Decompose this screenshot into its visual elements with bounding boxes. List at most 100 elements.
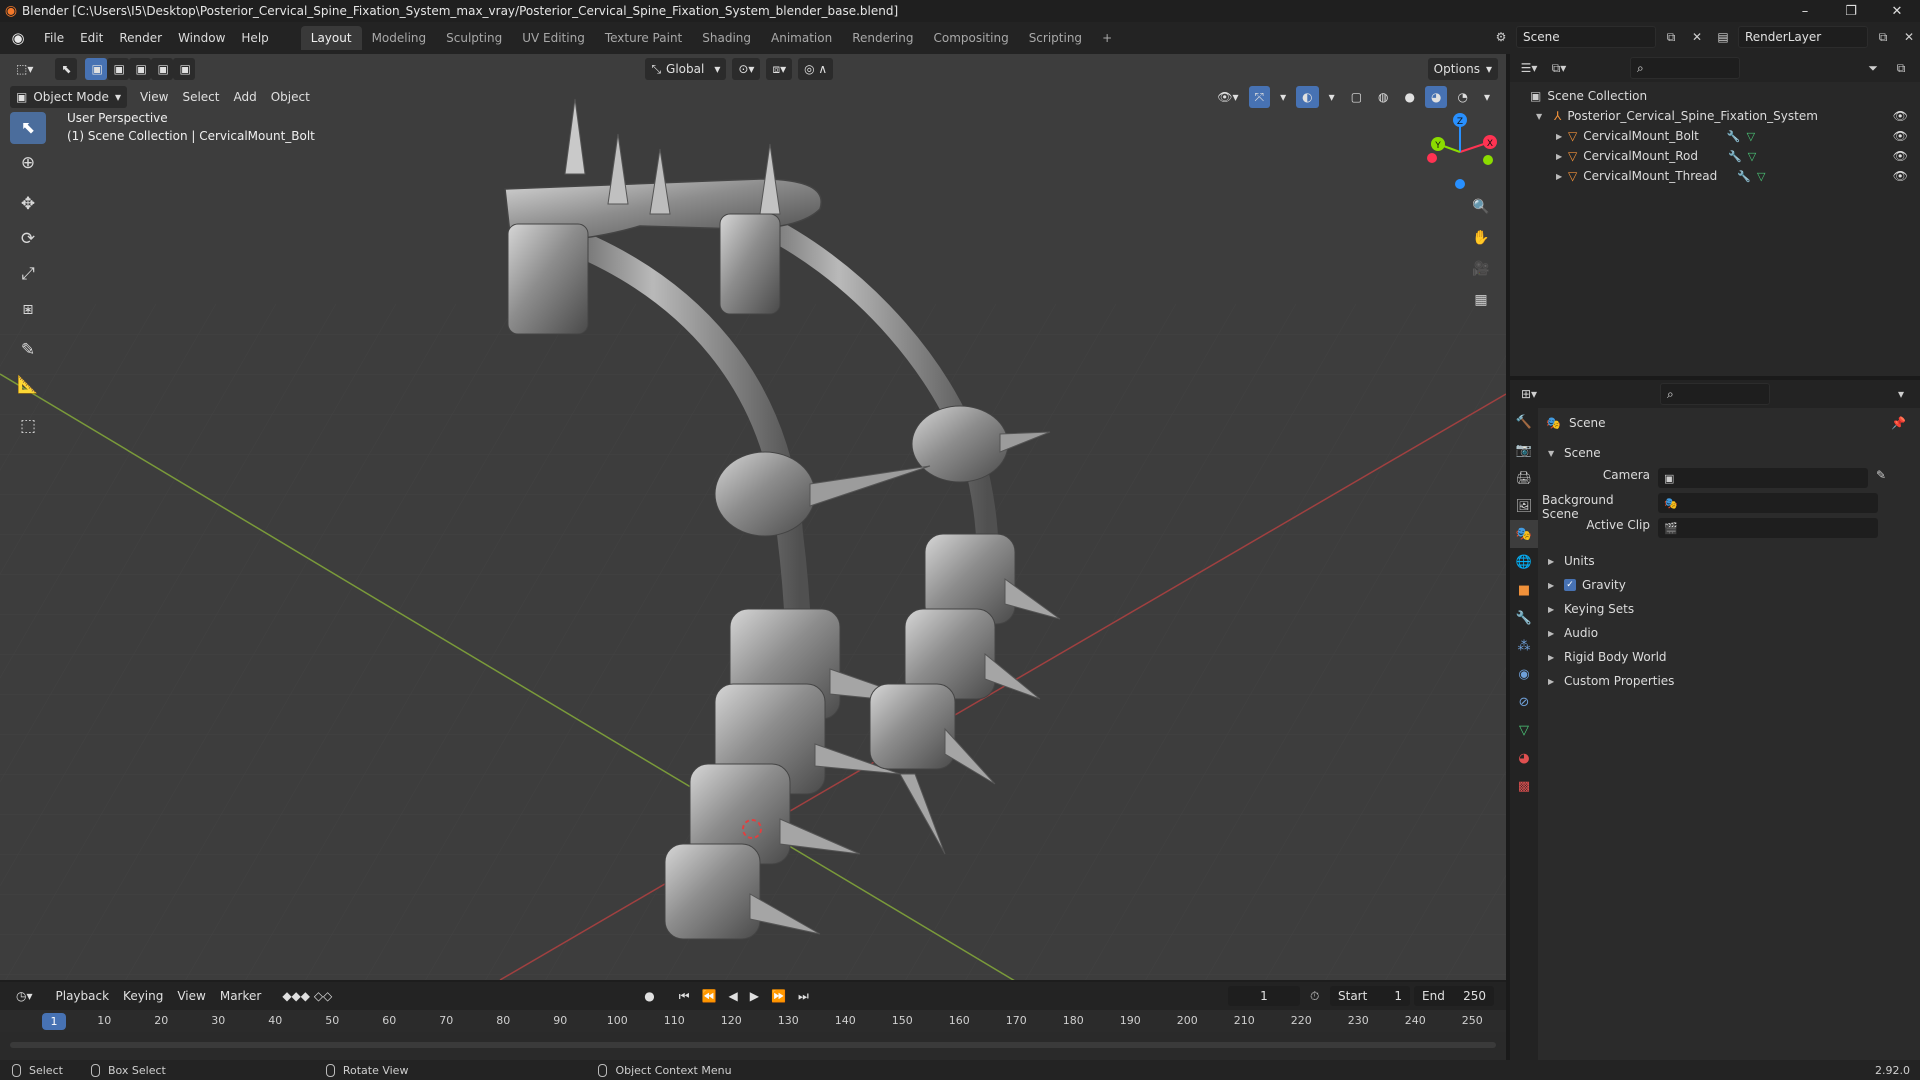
overlay-toggle-icon[interactable]: ◐ [1296,86,1319,108]
timeline-track-area[interactable] [0,1032,1506,1060]
mesh-data-icon[interactable]: ▽ [1747,130,1755,143]
ortho-toggle-icon[interactable]: ▦ [1468,287,1494,313]
select-mode-extend-icon[interactable]: ▣ [107,58,130,80]
expand-icon[interactable]: ▶ [1556,172,1568,181]
select-mode-invert-icon[interactable]: ▣ [151,58,174,80]
tab-modeling[interactable]: Modeling [362,26,437,50]
preview-range-icon[interactable]: ⏱ [1310,989,1319,1004]
gravity-checkbox[interactable]: ✓ [1564,579,1576,591]
current-frame-field[interactable]: 1 [1228,986,1300,1006]
scale-tool-icon[interactable]: ⤢ [10,258,46,290]
modifier-wrench-icon[interactable]: 🔧 [1737,170,1751,183]
3d-viewport[interactable]: ⬚▾ ⬉ ▣ ▣ ▣ ▣ ▣ ⤡ Global ▾ ⊙▾ ⧈▾ ◎ ∧ Opti… [0,54,1506,980]
proportional-edit-icon[interactable]: ◎ ∧ [798,58,834,80]
filter-icon[interactable]: ⏷ [1862,57,1884,79]
data-tab-icon[interactable]: ▽ [1510,716,1538,744]
tab-texture-paint[interactable]: Texture Paint [595,26,692,50]
render-tab-icon[interactable]: 📷 [1510,436,1538,464]
modifier-wrench-icon[interactable]: 🔧 [1728,150,1742,163]
eyedropper-icon[interactable]: ✎ [1876,468,1886,482]
custom-properties-panel-header[interactable]: ▶ Custom Properties [1542,670,1912,692]
expand-icon[interactable]: ▼ [1536,112,1548,121]
rigid-body-world-panel-header[interactable]: ▶ Rigid Body World [1542,646,1912,668]
physics-tab-icon[interactable]: ◉ [1510,660,1538,688]
eye-icon[interactable]: 👁 [1893,149,1908,163]
overlay-menu-icon[interactable]: ▾ [1323,86,1341,108]
view-layer-tab-icon[interactable]: 🖼 [1510,492,1538,520]
camera-field[interactable]: ▣ [1658,468,1868,488]
gizmo-menu-icon[interactable]: ▾ [1274,86,1292,108]
timeline-scrollbar[interactable] [10,1042,1496,1048]
render-layer-field[interactable]: RenderLayer [1738,26,1868,48]
solid-shading-icon[interactable]: ● [1399,86,1421,108]
measure-tool-icon[interactable]: 📐 [10,369,46,401]
gizmo-toggle-icon[interactable]: ⤧ [1248,86,1271,108]
rendered-shading-icon[interactable]: ◔ [1451,86,1473,108]
tab-rendering[interactable]: Rendering [842,26,923,50]
options-dropdown[interactable]: Options ▾ [1427,58,1498,80]
xray-icon[interactable]: ▢ [1345,86,1368,108]
tab-uv-editing[interactable]: UV Editing [512,26,595,50]
units-panel-header[interactable]: ▶ Units [1542,550,1912,572]
delete-layer-icon[interactable]: ✕ [1898,26,1920,48]
pin-icon[interactable]: 📌 [1891,416,1906,430]
scene-tab-icon[interactable]: 🎭 [1510,520,1538,548]
tab-layout[interactable]: Layout [300,26,362,50]
zoom-icon[interactable]: 🔍 [1468,194,1494,220]
add-workspace-button[interactable]: + [1092,26,1122,50]
wireframe-shading-icon[interactable]: ◍ [1372,86,1394,108]
audio-panel-header[interactable]: ▶ Audio [1542,622,1912,644]
tab-sculpting[interactable]: Sculpting [436,26,512,50]
new-layer-icon[interactable]: ⧉ [1872,26,1894,48]
pivot-point-icon[interactable]: ⊙▾ [732,58,761,80]
timeline-menu-view[interactable]: View [170,989,212,1003]
gravity-panel-header[interactable]: ▶ ✓ Gravity [1542,574,1912,596]
jump-end-icon[interactable]: ⏭ [792,985,815,1007]
tree-row-object[interactable]: ▶ ▽ CervicalMount_Rod 🔧 ▽ 👁 [1510,146,1920,166]
snap-icon[interactable]: ⧈▾ [766,58,793,80]
properties-search-input[interactable]: ⌕ [1660,383,1770,405]
viewport-menu-select[interactable]: Select [175,90,226,104]
prev-keyframe-icon[interactable]: ⏪ [696,985,723,1007]
new-scene-icon[interactable]: ⧉ [1660,26,1682,48]
scene-panel-header[interactable]: ▼ Scene [1542,442,1912,464]
close-window-button[interactable]: ✕ [1874,0,1920,22]
timeline-editor-type-icon[interactable]: ◷▾ [10,985,39,1007]
eye-icon[interactable]: 👁 [1893,129,1908,143]
timeline-menu-playback[interactable]: Playback [49,989,117,1003]
menu-window[interactable]: Window [170,27,233,49]
mesh-data-icon[interactable]: ▽ [1748,150,1756,163]
start-frame-field[interactable]: Start 1 [1330,986,1410,1006]
tree-row-object[interactable]: ▶ ▽ CervicalMount_Thread 🔧 ▽ 👁 [1510,166,1920,186]
select-mode-new-icon[interactable]: ▣ [85,58,108,80]
viewport-menu-view[interactable]: View [133,90,175,104]
particles-tab-icon[interactable]: ⁂ [1510,632,1538,660]
tab-animation[interactable]: Animation [761,26,842,50]
shading-menu-icon[interactable]: ▾ [1478,86,1496,108]
visibility-icon[interactable]: 👁▾ [1211,86,1244,108]
modifier-tab-icon[interactable]: 🔧 [1510,604,1538,632]
outliner-search-input[interactable]: ⌕ [1630,57,1740,79]
end-frame-field[interactable]: End 250 [1414,986,1494,1006]
blender-menu-icon[interactable]: ◉ [0,29,36,47]
mesh-data-icon[interactable]: ▽ [1757,170,1765,183]
minimize-button[interactable]: – [1782,0,1828,22]
play-reverse-icon[interactable]: ◀ [723,985,744,1007]
delete-scene-icon[interactable]: ✕ [1686,26,1708,48]
viewport-menu-object[interactable]: Object [264,90,317,104]
material-shading-icon[interactable]: ◕ [1425,86,1448,108]
scene-selector-icon[interactable]: ⚙ [1490,26,1512,48]
outliner-editor-type-icon[interactable]: ☰▾ [1518,57,1540,79]
display-mode-icon[interactable]: ⧉▾ [1548,57,1570,79]
navigation-gizmo[interactable]: X Z Y [1420,112,1500,192]
scene-field[interactable]: Scene [1516,26,1656,48]
active-clip-field[interactable]: 🎬 [1658,518,1878,538]
rotate-tool-icon[interactable]: ⟳ [10,223,46,255]
transform-orientation-dropdown[interactable]: ⤡ Global ▾ [645,58,727,80]
tool-tab-icon[interactable]: 🔨 [1510,408,1538,436]
cursor-tool-icon[interactable]: ⊕ [10,147,46,179]
editor-type-icon[interactable]: ⬚▾ [10,58,39,80]
properties-editor-type-icon[interactable]: ⊞▾ [1518,383,1540,405]
jump-start-icon[interactable]: ⏮ [673,985,696,1007]
play-icon[interactable]: ▶ [744,985,765,1007]
